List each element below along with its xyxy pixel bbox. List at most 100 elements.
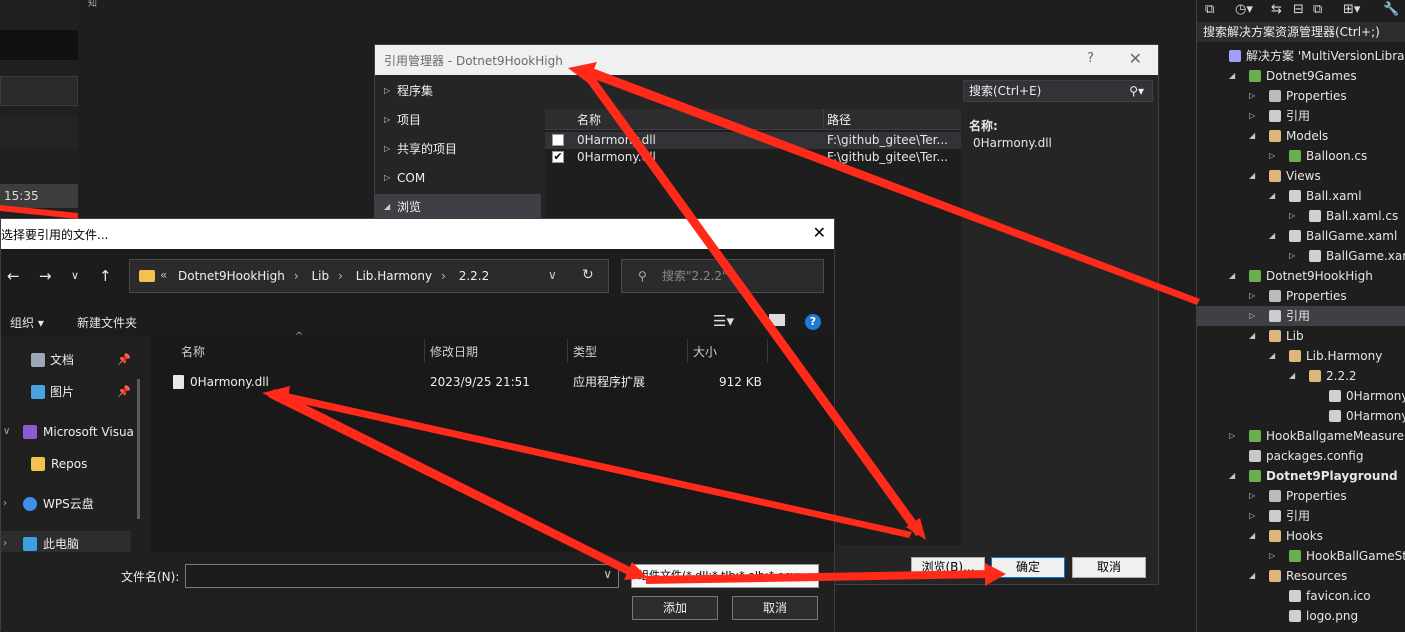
tree-item[interactable]: ▷ Properties — [1197, 286, 1405, 306]
collapse-icon[interactable]: ◢ — [1249, 326, 1255, 346]
expand-icon[interactable]: ▷ — [1229, 426, 1235, 446]
collapse-icon[interactable]: ◢ — [1269, 226, 1275, 246]
nav-item-projects[interactable]: ▷ 项目 — [375, 107, 541, 133]
tree-item[interactable]: ▷ HookBallGameStartG — [1197, 546, 1405, 566]
sidebar-item-repos[interactable]: Repos — [1, 451, 141, 477]
close-icon[interactable]: ✕ — [1129, 49, 1142, 68]
column-type[interactable]: 类型 — [573, 343, 597, 360]
expand-icon[interactable]: ▷ — [1249, 506, 1255, 526]
add-button[interactable]: 添加 — [632, 596, 718, 620]
wrench-icon[interactable]: 🔧 — [1383, 2, 1399, 17]
overflow-icon[interactable]: « — [160, 268, 167, 282]
collapse-icon[interactable]: ◢ — [1269, 346, 1275, 366]
close-icon[interactable]: ✕ — [813, 223, 826, 242]
tree-item[interactable]: ◢ 2.2.2 — [1197, 366, 1405, 386]
collapse-icon[interactable]: ◢ — [1249, 166, 1255, 186]
pin-icon[interactable]: 📌 — [117, 379, 131, 405]
column-size[interactable]: 大小 — [693, 343, 717, 360]
tree-item[interactable]: 0Harmony.dll — [1197, 386, 1405, 406]
breadcrumb-item[interactable]: Lib.Harmony — [356, 269, 432, 283]
help-button[interactable]: ? — [1087, 51, 1094, 66]
help-icon[interactable]: ? — [805, 314, 821, 330]
tree-item[interactable]: ◢ Dotnet9HookHigh — [1197, 266, 1405, 286]
chevron-down-icon[interactable]: ∨ — [603, 567, 612, 581]
column-name[interactable]: 名称 — [577, 111, 601, 128]
sidebar-scrollbar[interactable] — [137, 379, 140, 519]
sidebar-item-visual-studio[interactable]: ∨ Microsoft Visua — [1, 419, 141, 445]
tree-item[interactable]: ◢ Dotnet9Games — [1197, 66, 1405, 86]
filename-input[interactable]: ∨ — [185, 564, 619, 588]
tree-item[interactable]: ◢ Ball.xaml — [1197, 186, 1405, 206]
history-icon[interactable]: ◷▾ — [1235, 2, 1253, 17]
collapse-icon[interactable]: ◢ — [1229, 266, 1235, 286]
expand-icon[interactable]: ▷ — [1249, 486, 1255, 506]
list-item[interactable]: ✔ 0Harmony.dll F:\github_gitee\Ter... — [545, 149, 961, 166]
view-options-icon[interactable]: ☰▾ — [713, 312, 734, 330]
sidebar-item-pictures[interactable]: 图片 📌 — [1, 379, 141, 405]
collapse-icon[interactable]: ◢ — [1229, 466, 1235, 486]
organize-button[interactable]: 组织 ▾ — [10, 314, 44, 331]
tree-item[interactable]: ▷ Properties — [1197, 486, 1405, 506]
tree-item[interactable]: ◢ Lib — [1197, 326, 1405, 346]
collapse-icon[interactable]: ◢ — [1229, 66, 1235, 86]
column-name[interactable]: 名称 — [181, 343, 205, 360]
collapse-icon[interactable]: ◢ — [1269, 186, 1275, 206]
vs-icon[interactable]: ⧉ — [1205, 2, 1214, 17]
expand-icon[interactable]: ▷ — [1269, 546, 1275, 566]
new-folder-button[interactable]: 新建文件夹 — [77, 314, 137, 331]
tree-item[interactable]: ◢ Lib.Harmony — [1197, 346, 1405, 366]
collapse-all-icon[interactable]: ⊟ — [1293, 2, 1304, 17]
expand-icon[interactable]: ▷ — [1249, 106, 1255, 126]
tree-item[interactable]: ▷ 引用 — [1197, 506, 1405, 526]
filetype-select[interactable]: 组件文件(*.dll;*.tlb;*.olb;*.ocx; — [631, 564, 819, 588]
tree-item[interactable]: ▷ Properties — [1197, 86, 1405, 106]
expand-icon[interactable]: ▷ — [1249, 306, 1255, 326]
column-path[interactable]: 路径 — [827, 111, 851, 128]
column-modified[interactable]: 修改日期 — [430, 343, 478, 360]
chevron-down-icon[interactable]: ∨ — [548, 268, 557, 282]
nav-item-com[interactable]: ▷ COM — [375, 165, 541, 191]
tree-item[interactable]: ▷ BallGame.xaml.cs — [1197, 246, 1405, 266]
refresh-icon[interactable]: ↻ — [582, 267, 594, 283]
copy-icon[interactable]: ⧉ — [1313, 2, 1322, 17]
chevron-right-icon[interactable]: › — [3, 491, 7, 517]
tree-item[interactable]: ▷ 引用 — [1197, 306, 1405, 326]
nav-item-shared[interactable]: ▷ 共享的项目 — [375, 136, 541, 162]
breadcrumb-item[interactable]: Lib — [312, 269, 330, 283]
address-bar[interactable]: « Dotnet9HookHigh › Lib › Lib.Harmony › 2.2… — [129, 259, 609, 293]
forward-icon[interactable]: → — [39, 267, 52, 285]
filter-icon[interactable]: ⊞▾ — [1343, 2, 1360, 17]
tree-item[interactable]: ◢ Resources — [1197, 566, 1405, 586]
nav-item-browse[interactable]: ◢ 浏览 — [375, 194, 541, 220]
collapse-icon[interactable]: ◢ — [1249, 566, 1255, 586]
checkbox[interactable] — [552, 134, 564, 146]
reference-search-input[interactable]: 搜索(Ctrl+E) ⚲▾ — [963, 80, 1153, 102]
list-item[interactable]: 0Harmony.dll F:\github_gitee\Ter... — [545, 132, 961, 149]
file-search-input[interactable]: ⚲ 搜索"2.2.2" — [621, 259, 824, 293]
tree-item[interactable]: ▷ 引用 — [1197, 106, 1405, 126]
expand-icon[interactable]: ▷ — [1269, 146, 1275, 166]
tree-item[interactable]: ▷ Ball.xaml.cs — [1197, 206, 1405, 226]
collapse-icon[interactable]: ◢ — [1289, 366, 1295, 386]
collapse-icon[interactable]: ◢ — [1249, 526, 1255, 546]
cancel-button[interactable]: 取消 — [732, 596, 818, 620]
tree-item[interactable]: ▷ HookBallgameMeasure — [1197, 426, 1405, 446]
collapse-icon[interactable]: ◢ — [1249, 126, 1255, 146]
up-icon[interactable]: ↑ — [99, 267, 112, 285]
browse-button[interactable]: 浏览(B)... — [911, 557, 985, 578]
nav-item-assemblies[interactable]: ▷ 程序集 — [375, 78, 541, 104]
breadcrumb-item[interactable]: Dotnet9HookHigh — [178, 269, 285, 283]
tree-item[interactable]: ◢ BallGame.xaml — [1197, 226, 1405, 246]
tree-item[interactable]: ◢ Hooks — [1197, 526, 1405, 546]
expand-icon[interactable]: ▷ — [1289, 206, 1295, 226]
expand-icon[interactable]: ▷ — [1249, 86, 1255, 106]
expand-icon[interactable]: ▷ — [1289, 246, 1295, 266]
file-row[interactable]: 0Harmony.dll 2023/9/25 21:51 应用程序扩展 912 … — [167, 371, 807, 393]
tree-item[interactable]: packages.config — [1197, 446, 1405, 466]
background-dropdown[interactable] — [0, 76, 78, 106]
expand-icon[interactable]: ▷ — [1249, 286, 1255, 306]
solution-search-input[interactable]: 搜索解决方案资源管理器(Ctrl+;) — [1197, 22, 1405, 42]
sidebar-item-wps[interactable]: › WPS云盘 — [1, 491, 141, 517]
cancel-button[interactable]: 取消 — [1072, 557, 1146, 578]
breadcrumb-item[interactable]: 2.2.2 — [459, 269, 490, 283]
